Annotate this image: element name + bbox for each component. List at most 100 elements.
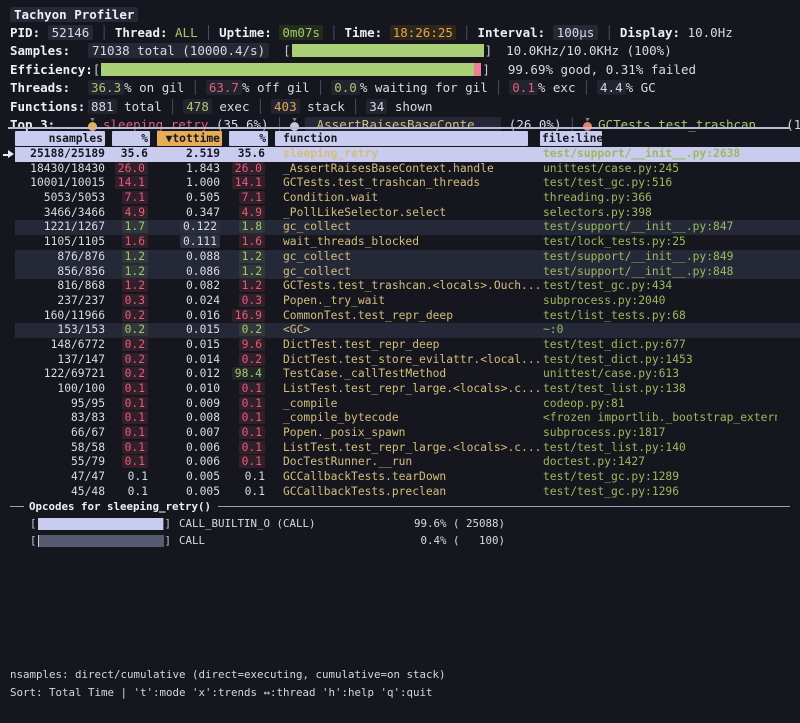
tottime-value: 0.012 [186,367,220,380]
cell-function: _AssertRaisesBaseContext.handle [268,162,543,177]
cell-file-line: ~:0 [543,323,777,338]
efficiency-bar-open-bracket: [ [93,62,101,77]
cell-tottime: 1.000 [150,176,222,191]
table-row[interactable]: 153/1530.20.0150.2<GC>~:0 [15,323,800,338]
status-item-value: 18:26:25 [390,25,456,40]
table-row[interactable]: 25188/2518935.62.51935.6sleeping_retryte… [15,147,800,162]
pct-cumulative-value: 16.9 [232,309,265,322]
table-header-cell: function [268,131,543,146]
stat-value: 36.3 [88,80,124,95]
stat-separator: │ [162,99,184,114]
pct-cumulative-value: 0.1 [239,441,265,454]
pct-cumulative-value: 9.6 [239,338,265,351]
opcode-name: CALL [179,534,414,547]
cell-tottime: 0.111 [150,235,222,250]
tottime-value: 0.006 [186,455,220,468]
status-item: Time: 18:26:25 [345,25,456,40]
table-row[interactable]: 148/67720.20.0159.6DictTest.test_repr_de… [15,338,800,353]
status-item-label: Interval: [477,25,552,40]
stat-suffix: total [117,99,162,114]
table-row[interactable]: 100/1000.10.0100.1ListTest.test_repr_lar… [15,382,800,397]
table-row[interactable]: 5053/50537.10.5057.1Condition.waitthread… [15,191,800,206]
stat-item: 36.3% on gil [88,80,184,95]
column-header-pct-cumulative[interactable]: % [229,131,268,146]
tottime-value: 0.008 [186,411,220,424]
stat-item: 478 exec [183,99,249,114]
opcodes-rule-right [218,506,790,507]
cell-nsamples: 58/58 [15,441,105,456]
opcode-percentage: 0.4% ( 100) [414,534,505,547]
cell-nsamples: 153/153 [15,323,105,338]
table-header-cell: ▼tottime [150,131,222,146]
threads-row: Threads:36.3% on gil│63.7% off gil│0.0% … [10,79,796,97]
pct-direct-value: 0.2 [122,309,148,322]
pct-direct-value: 0.1 [122,382,148,395]
app-title: Tachyon Profiler [10,7,138,22]
column-header-file-line[interactable]: file:line [540,131,602,146]
table-row[interactable]: 122/697210.20.01298.4TestCase._callTestM… [15,367,800,382]
tottime-value: 0.009 [186,397,220,410]
cell-file-line: test/test_gc.py:1289 [543,470,777,485]
opcodes-list: []CALL_BUILTIN_O (CALL)99.6% ( 25088)[]C… [10,516,790,548]
cell-pct-cumulative: 0.2 [222,353,268,368]
cell-file-line: unittest/case.py:245 [543,162,777,177]
column-header-nsamples[interactable]: nsamples [15,131,105,146]
cell-file-line: selectors.py:398 [543,206,777,221]
table-row[interactable]: 856/8561.20.0861.2gc_collecttest/support… [15,265,800,280]
table-row[interactable]: 3466/34664.90.3474.9_PollLikeSelector.se… [15,206,800,221]
cell-function: DictTest.test_store_evilattr.<local... [268,353,543,368]
cell-file-line: test/test_gc.py:516 [543,176,777,191]
cell-pct-direct: 0.1 [105,411,150,426]
table-row[interactable]: 55/790.10.0060.1DocTestRunner.__rundocte… [15,455,800,470]
opcode-row: []CALL 0.4% ( 100) [30,533,790,548]
tottime-value: 0.088 [186,250,220,263]
cell-function: gc_collect [268,265,543,280]
table-row[interactable]: 66/670.10.0070.1Popen._posix_spawnsubpro… [15,426,800,441]
table-row[interactable]: 47/470.10.0050.1GCCallbackTests.tearDown… [15,470,800,485]
cell-pct-direct: 0.2 [105,309,150,324]
opcode-percentage: 99.6% ( 25088) [414,517,505,530]
cell-nsamples: 5053/5053 [15,191,105,206]
pct-cumulative-value: 1.8 [239,220,265,233]
status-separator: │ [456,25,478,40]
table-row[interactable]: 1221/12671.70.1221.8gc_collecttest/suppo… [15,220,800,235]
cell-pct-direct: 0.1 [105,426,150,441]
column-header-tottime-sorted[interactable]: ▼tottime [157,131,222,146]
table-row[interactable]: 160/119660.20.01616.9CommonTest.test_rep… [15,309,800,324]
table-row[interactable]: 137/1470.20.0140.2DictTest.test_store_ev… [15,353,800,368]
table-row[interactable]: 45/480.10.0050.1GCCallbackTests.preclean… [15,485,800,500]
pct-direct-value: 0.1 [122,441,148,454]
table-row[interactable]: 237/2370.30.0240.3Popen._try_waitsubproc… [15,294,800,309]
table-row[interactable]: 10001/1001514.11.00014.1GCTests.test_tra… [15,176,800,191]
pct-cumulative-value: 7.1 [239,191,265,204]
stat-item: 34 shown [366,99,432,114]
pct-direct-value: 1.2 [122,279,148,292]
cell-function: ListTest.test_repr_large.<locals>.c... [268,441,543,456]
samples-bar-open-bracket: [ [283,43,291,58]
cell-tottime: 0.015 [150,323,222,338]
table-row[interactable]: 95/950.10.0090.1_compilecodeop.py:81 [15,397,800,412]
stat-value: 34 [366,99,387,114]
table-row[interactable]: 876/8761.20.0881.2gc_collecttest/support… [15,250,800,265]
pct-cumulative-value: 98.4 [232,367,265,380]
stat-separator: │ [576,80,598,95]
cell-tottime: 2.519 [150,147,222,162]
table-row[interactable]: 816/8681.20.0821.2GCTests.test_trashcan.… [15,279,800,294]
cell-nsamples: 100/100 [15,382,105,397]
pct-direct-value: 26.0 [115,162,148,175]
table-row[interactable]: 83/830.10.0080.1_compile_bytecode<frozen… [15,411,800,426]
status-item: Interval: 100µs [477,25,598,40]
cell-file-line: test/test_dict.py:677 [543,338,777,353]
table-row[interactable]: 58/580.10.0060.1ListTest.test_repr_large… [15,441,800,456]
column-header-pct-direct[interactable]: % [112,131,150,146]
cell-pct-direct: 1.2 [105,279,150,294]
table-row[interactable]: 18430/1843026.01.84326.0_AssertRaisesBas… [15,162,800,177]
samples-row: Samples:71038 total (10000.4/s)[]10.0KHz… [10,42,796,60]
cell-pct-direct: 1.7 [105,220,150,235]
pct-cumulative-value: 1.2 [239,265,265,278]
status-item-label: Display: [620,25,688,40]
column-header-function[interactable]: function [275,131,528,146]
table-row[interactable]: 1105/11051.60.1111.6wait_threads_blocked… [15,235,800,250]
cell-pct-cumulative: 0.1 [222,382,268,397]
cell-file-line: test/list_tests.py:68 [543,309,777,324]
